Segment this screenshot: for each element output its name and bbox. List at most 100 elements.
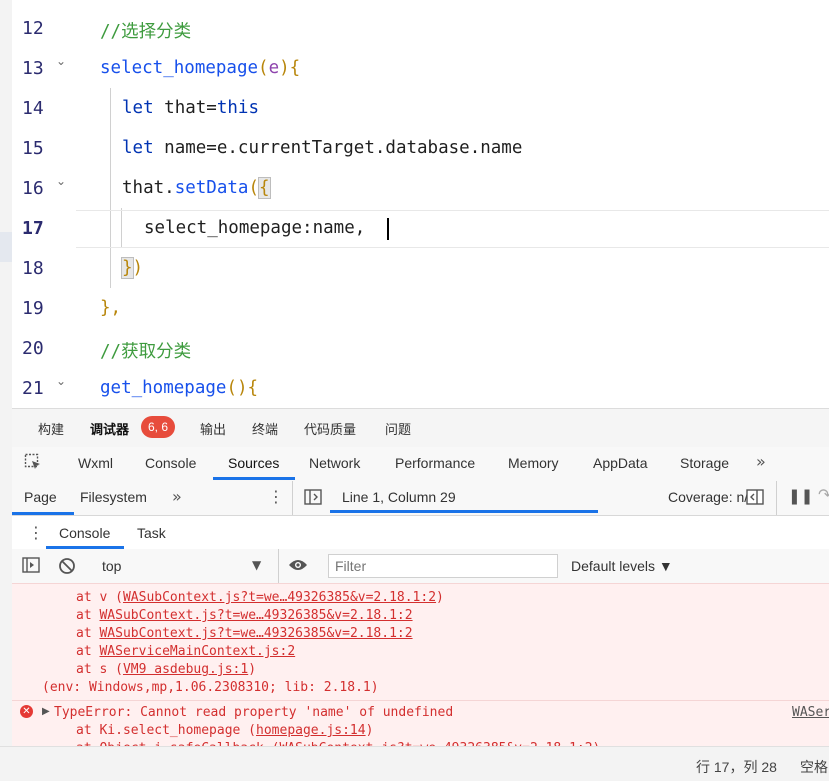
active-line-marker xyxy=(0,232,12,262)
tab-code-quality[interactable]: 代码质量 xyxy=(304,419,356,438)
fold-chevron-icon[interactable]: ⌄ xyxy=(56,54,66,68)
code-line-17[interactable]: 17 select_homepage:name, xyxy=(12,208,829,248)
fold-chevron-icon[interactable]: ⌄ xyxy=(56,174,66,188)
dropdown-arrow-icon[interactable]: ▼ xyxy=(252,558,261,572)
tab-sources[interactable]: Sources xyxy=(228,455,279,471)
error-icon: ✕ xyxy=(20,705,33,718)
line-number: 17 xyxy=(22,218,44,239)
code-line-20[interactable]: 20 //获取分类 xyxy=(12,328,829,368)
sidebar-toggle-icon[interactable] xyxy=(22,557,40,577)
step-over-icon[interactable]: ↷ xyxy=(818,485,829,504)
tab-console[interactable]: Console xyxy=(145,455,196,471)
tab-appdata[interactable]: AppData xyxy=(593,455,647,471)
drawer-menu-icon[interactable]: ⋮ xyxy=(28,523,44,542)
cursor-position: Line 1, Column 29 xyxy=(342,489,456,505)
env-info: (env: Windows,mp,1.06.2308310; lib: 2.18… xyxy=(42,680,379,695)
tab-debugger[interactable]: 调试器 xyxy=(90,419,129,438)
code-line-21[interactable]: 21 ⌄ get_homepage(){ xyxy=(12,368,829,408)
eye-icon[interactable] xyxy=(288,557,308,577)
more-tabs-icon[interactable]: » xyxy=(756,452,766,471)
line-number: 20 xyxy=(22,338,44,359)
coverage-toggle-icon[interactable] xyxy=(746,489,764,509)
tab-performance[interactable]: Performance xyxy=(395,455,475,471)
code-text: }, xyxy=(100,298,122,318)
code-text: }) xyxy=(121,257,144,279)
tab-task[interactable]: Task xyxy=(137,525,166,541)
console-error-entry: ✕ ▶ TypeError: Cannot read property 'nam… xyxy=(12,700,829,749)
bottom-panel: 构建 调试器 6, 6 输出 终端 代码质量 问题 Wxml Console S… xyxy=(12,408,829,781)
code-text: get_homepage(){ xyxy=(100,378,259,398)
line-number: 15 xyxy=(22,138,44,159)
clear-console-icon[interactable] xyxy=(58,557,76,579)
pause-icon[interactable]: ❚❚ xyxy=(788,487,813,505)
source-link[interactable]: homepage.js:14 xyxy=(256,723,366,738)
status-bar: 行 17，列 28 空格 xyxy=(0,746,829,781)
active-tab-indicator xyxy=(213,477,295,480)
panel-tab-bar: 构建 调试器 6, 6 输出 终端 代码质量 问题 xyxy=(12,409,829,448)
code-editor[interactable]: 12 //选择分类 13 ⌄ select_homepage(e){ 14 le… xyxy=(12,0,829,408)
source-link[interactable]: WASubContext.js?t=we…49326385&v=2.18.1:2 xyxy=(123,590,436,605)
code-text: let that=this xyxy=(122,98,259,118)
code-text: select_homepage:name, xyxy=(144,218,366,238)
stack-frame: at WASubContext.js?t=we…49326385&v=2.18.… xyxy=(76,608,413,623)
divider xyxy=(278,549,279,583)
tab-page[interactable]: Page xyxy=(24,489,57,505)
tab-output[interactable]: 输出 xyxy=(200,419,226,438)
source-link[interactable]: WASubContext.js?t=we…49326385&v=2.18.1:2 xyxy=(99,608,412,623)
tab-build[interactable]: 构建 xyxy=(38,419,64,438)
error-source-link[interactable]: WASer xyxy=(792,705,829,720)
error-message[interactable]: TypeError: Cannot read property 'name' o… xyxy=(54,705,453,720)
left-gutter-strip xyxy=(0,0,12,780)
line-number: 18 xyxy=(22,258,44,279)
console-output: at v (WASubContext.js?t=we…49326385&v=2.… xyxy=(12,583,829,749)
stack-frame: at s (VM9 asdebug.js:1) xyxy=(76,662,257,677)
active-tab-indicator xyxy=(12,512,74,515)
code-line-19[interactable]: 19 }, xyxy=(12,288,829,328)
code-text: let name=e.currentTarget.database.name xyxy=(122,138,523,158)
tab-storage[interactable]: Storage xyxy=(680,455,729,471)
console-filter-input[interactable] xyxy=(328,554,558,578)
line-number: 19 xyxy=(22,298,44,319)
tab-issues[interactable]: 问题 xyxy=(385,419,411,438)
text-caret xyxy=(387,218,389,240)
source-link[interactable]: WASubContext.js?t=we…49326385&v=2.18.1:2 xyxy=(99,626,412,641)
stack-frame: at Ki.select_homepage (homepage.js:14) xyxy=(76,723,374,738)
code-line-13[interactable]: 13 ⌄ select_homepage(e){ xyxy=(12,48,829,88)
fold-chevron-icon[interactable]: ⌄ xyxy=(56,374,66,388)
cursor-line-column[interactable]: 行 17，列 28 xyxy=(696,757,777,777)
indentation-mode[interactable]: 空格 xyxy=(800,757,828,777)
code-comment: //选择分类 xyxy=(100,22,192,42)
tab-network[interactable]: Network xyxy=(309,455,360,471)
tab-terminal[interactable]: 终端 xyxy=(252,419,278,438)
source-link[interactable]: VM9 asdebug.js:1 xyxy=(123,662,248,677)
stack-frame: at WAServiceMainContext.js:2 xyxy=(76,644,296,659)
more-options-icon[interactable]: ⋮ xyxy=(268,487,284,506)
tab-wxml[interactable]: Wxml xyxy=(78,455,113,471)
code-line-12[interactable]: 12 //选择分类 xyxy=(12,8,829,48)
line-number: 12 xyxy=(22,18,44,39)
tab-filesystem[interactable]: Filesystem xyxy=(80,489,147,505)
devtools-tab-bar: Wxml Console Sources Network Performance… xyxy=(12,447,829,482)
context-selector[interactable]: top xyxy=(102,558,121,574)
tab-memory[interactable]: Memory xyxy=(508,455,559,471)
code-line-18[interactable]: 18 }) xyxy=(12,248,829,288)
format-toggle-icon[interactable] xyxy=(304,489,322,509)
active-file-indicator xyxy=(330,510,598,513)
expand-triangle-icon[interactable]: ▶ xyxy=(42,706,50,717)
code-comment: //获取分类 xyxy=(100,342,192,362)
line-number: 14 xyxy=(22,98,44,119)
code-line-15[interactable]: 15 let name=e.currentTarget.database.nam… xyxy=(12,128,829,168)
more-tabs-icon[interactable]: » xyxy=(172,487,182,506)
console-drawer-tabs: ⋮ Console Task xyxy=(12,517,829,550)
source-link[interactable]: WAServiceMainContext.js:2 xyxy=(99,644,295,659)
log-levels-dropdown[interactable]: Default levels ▼ xyxy=(571,558,673,574)
code-text: that.setData({ xyxy=(122,177,271,199)
divider xyxy=(776,481,777,515)
inspect-element-icon[interactable] xyxy=(24,453,42,475)
code-line-14[interactable]: 14 let that=this xyxy=(12,88,829,128)
code-text: select_homepage(e){ xyxy=(100,58,301,78)
code-line-16[interactable]: 16 ⌄ that.setData({ xyxy=(12,168,829,208)
console-toolbar: top ▼ Default levels ▼ xyxy=(12,549,829,584)
divider xyxy=(292,481,293,515)
tab-console-drawer[interactable]: Console xyxy=(59,525,110,541)
